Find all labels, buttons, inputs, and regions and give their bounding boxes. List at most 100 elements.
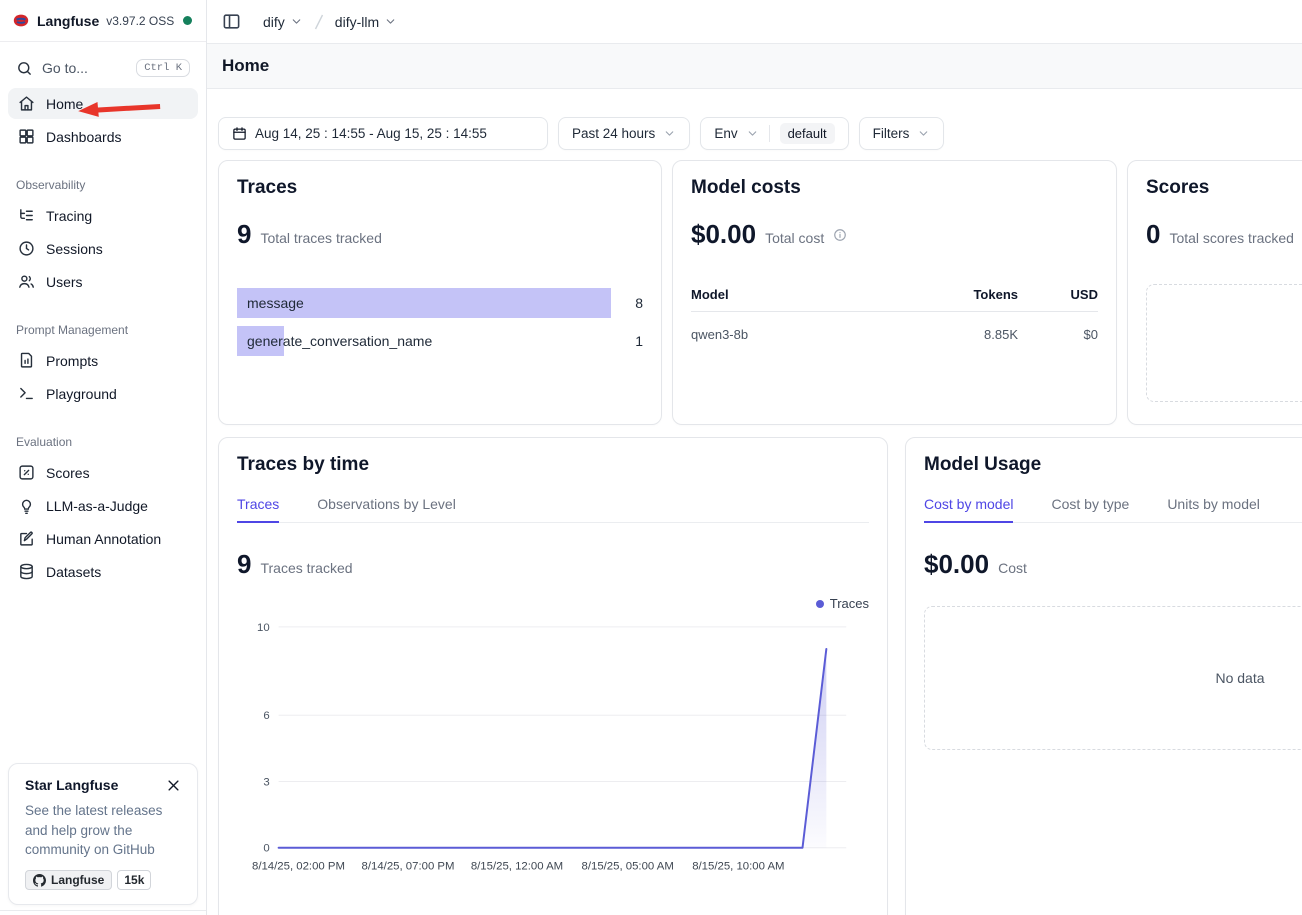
total-cost-value: $0.00 [691,219,756,250]
page-header: Home [207,43,1302,89]
close-icon[interactable] [166,778,181,793]
sidebar-item-home[interactable]: Home [8,88,198,119]
sidebar-item-tracing[interactable]: Tracing [8,200,198,231]
langfuse-logo-icon [12,13,30,28]
svg-text:0: 0 [263,843,269,855]
sidebar-item-users[interactable]: Users [8,266,198,297]
status-dot [183,16,192,25]
main-content: dify dify-llm Home Aug 14, 25 : 14:55 - … [207,0,1302,915]
col-header-tokens: Tokens [898,287,1018,302]
github-icon [33,874,46,887]
app-version: v3.97.2 OSS [106,14,174,28]
tracing-icon [18,207,35,224]
topbar: dify dify-llm [207,0,1302,43]
traces-tracked-value: 9 [237,549,251,580]
col-header-model: Model [691,287,898,302]
bar-row: message 8 [237,288,643,318]
usage-empty-area: No data [924,606,1302,750]
env-value-badge: default [780,123,835,144]
chevron-down-icon [384,15,397,28]
sidebar-item-human-annotation[interactable]: Human Annotation [8,523,198,554]
total-cost-label: Total cost [765,230,824,246]
chart-legend: Traces [237,596,869,611]
github-star-count: 15k [117,870,151,890]
bar-value: 8 [629,295,643,311]
sidebar-footer-divider [0,910,206,915]
scores-total-value: 0 [1146,219,1160,250]
search-label: Go to... [42,60,127,76]
tab-traces[interactable]: Traces [237,496,279,522]
env-dropdown[interactable]: Env default [700,117,848,150]
svg-text:8/14/25, 02:00 PM: 8/14/25, 02:00 PM [252,861,345,873]
traces-card: Traces 9 Total traces tracked message 8 … [218,160,662,425]
model-usage-card: Model Usage Cost by model Cost by type U… [905,437,1302,915]
legend-dot [816,600,824,608]
page-title: Home [222,56,269,76]
sidebar-item-label: Prompts [46,353,98,369]
sidebar-item-label: Home [46,96,83,112]
scores-empty-area [1146,284,1302,402]
breadcrumb-project[interactable]: dify-llm [335,14,397,30]
table-row: qwen3-8b 8.85K $0 [691,312,1098,356]
sidebar-item-datasets[interactable]: Datasets [8,556,198,587]
traces-bar-chart: message 8 generate_conversation_name 1 [237,288,643,356]
card-title: Traces [237,177,643,199]
cards-row-1: Traces 9 Total traces tracked message 8 … [207,160,1302,425]
tab-cost-by-model[interactable]: Cost by model [924,496,1013,522]
sidebar-item-scores[interactable]: Scores [8,457,198,488]
no-data-text: No data [1215,670,1264,686]
filters-label: Filters [873,126,910,141]
users-icon [18,273,35,290]
go-to-search[interactable]: Go to... Ctrl K [8,54,198,82]
star-card-title: Star Langfuse [25,777,118,793]
bar-label: generate_conversation_name [237,333,432,349]
date-range-picker[interactable]: Aug 14, 25 : 14:55 - Aug 15, 25 : 14:55 [218,117,548,150]
sidebar-item-llm-as-a-judge[interactable]: LLM-as-a-Judge [8,490,198,521]
sidebar-item-playground[interactable]: Playground [8,378,198,409]
traces-line-chart: 036108/14/25, 02:00 PM8/14/25, 07:00 PM8… [237,615,869,875]
bar-row: generate_conversation_name 1 [237,326,643,356]
date-range-value: Aug 14, 25 : 14:55 - Aug 15, 25 : 14:55 [255,126,487,141]
tab-cost-by-type[interactable]: Cost by type [1051,496,1129,522]
nav-section-prompt-management: Prompt Management [8,299,198,345]
time-preset-dropdown[interactable]: Past 24 hours [558,117,690,150]
filters-dropdown[interactable]: Filters [859,117,945,150]
cell-model: qwen3-8b [691,327,898,342]
sidebar-item-label: Datasets [46,564,101,580]
table-header-row: Model Tokens USD [691,278,1098,312]
sidebar-item-prompts[interactable]: Prompts [8,345,198,376]
sidebar-item-dashboards[interactable]: Dashboards [8,121,198,152]
sidebar-item-sessions[interactable]: Sessions [8,233,198,264]
time-preset-value: Past 24 hours [572,126,655,141]
scores-card: Scores 0 Total scores tracked [1127,160,1302,425]
sidebar: Langfuse v3.97.2 OSS Go to... Ctrl K Hom… [0,0,207,915]
sidebar-item-label: Users [46,274,83,290]
breadcrumb-org[interactable]: dify [263,14,303,30]
scores-total-label: Total scores tracked [1169,230,1294,246]
chevron-down-icon [290,15,303,28]
tab-units-by-model[interactable]: Units by model [1167,496,1260,522]
card-title: Model costs [691,177,1098,199]
svg-text:8/15/25, 12:00 AM: 8/15/25, 12:00 AM [471,861,563,873]
calendar-icon [232,126,247,141]
traces-by-time-card: Traces by time Traces Observations by Le… [218,437,888,915]
sidebar-item-label: Scores [46,465,90,481]
shortcut-badge: Ctrl K [136,59,190,77]
sidebar-toggle-icon[interactable] [222,12,241,31]
cell-tokens: 8.85K [898,327,1018,342]
filters-bar: Aug 14, 25 : 14:55 - Aug 15, 25 : 14:55 … [207,89,1302,150]
col-header-usd: USD [1018,287,1098,302]
cell-usd: $0 [1018,327,1098,342]
percent-square-icon [18,464,35,481]
github-star-badge[interactable]: Langfuse 15k [25,870,181,890]
tab-observations-by-level[interactable]: Observations by Level [317,496,456,522]
env-label: Env [714,126,737,141]
card-title: Scores [1146,177,1302,199]
sidebar-nav: Home Dashboards Observability Tracing Se… [0,88,206,587]
nav-section-observability: Observability [8,154,198,200]
dashboards-icon [18,128,35,145]
database-icon [18,563,35,580]
card-title: Model Usage [924,454,1302,476]
svg-text:10: 10 [257,622,270,634]
nav-section-evaluation: Evaluation [8,411,198,457]
